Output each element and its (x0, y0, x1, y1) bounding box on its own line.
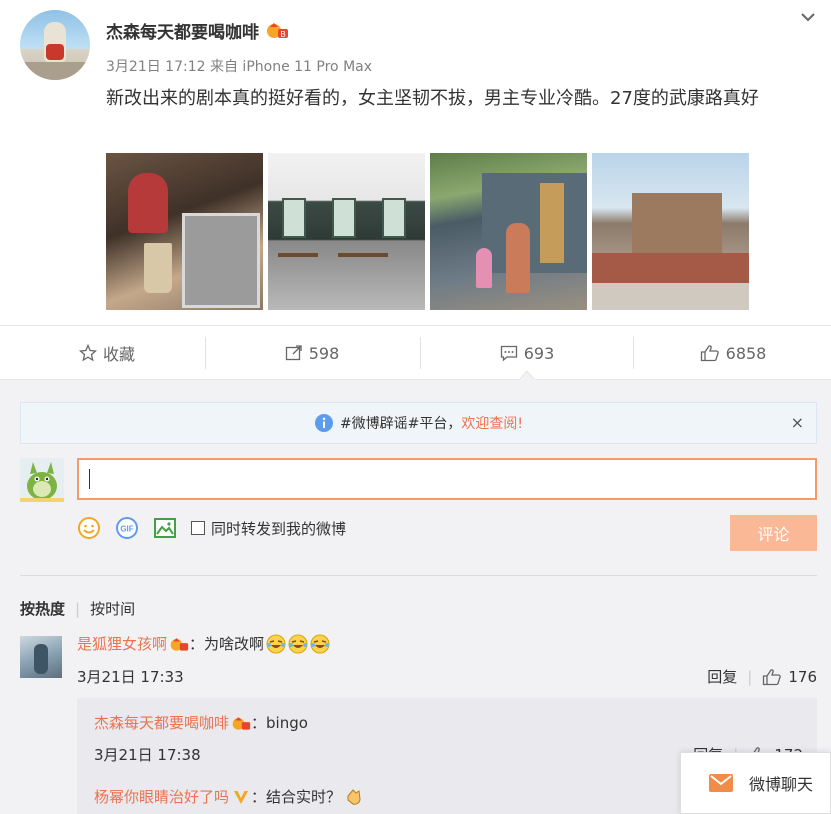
emoji-icon[interactable] (77, 516, 101, 540)
chevron-down-icon[interactable] (799, 8, 817, 26)
laugh-cry-emoji-icon (266, 634, 286, 653)
post-text: 新改出来的剧本真的挺好看的，女主坚韧不拔，男主专业冷酷。27度的武康路真好 (106, 88, 759, 109)
repost-checkbox[interactable] (191, 521, 205, 535)
active-tab-caret-icon (519, 370, 535, 380)
comment-sort-tabs: 按热度 | 按时间 (20, 600, 136, 618)
favorite-button[interactable]: 收藏 (0, 326, 214, 380)
vip-badge-icon[interactable] (231, 713, 251, 733)
section-divider (20, 575, 817, 576)
laugh-cry-emoji-icon (310, 634, 330, 653)
vip-badge-icon[interactable] (169, 634, 189, 654)
star-icon (78, 344, 97, 362)
post-photo[interactable] (592, 153, 749, 310)
vip-badge-icon[interactable]: B (265, 21, 289, 39)
v-verified-icon[interactable] (231, 787, 251, 807)
post-photo[interactable] (430, 153, 587, 310)
info-icon (314, 414, 333, 432)
comment-text: ：为啥改啊 (189, 635, 265, 653)
reply-time: 3月21日 17:38 (94, 746, 201, 764)
clap-emoji-icon (347, 788, 361, 805)
comment-count: 693 (523, 343, 555, 363)
post-meta: 3月21日 17:12 来自 iPhone 11 Pro Max (106, 56, 372, 76)
weibo-chat-popup[interactable]: 微博聊天 (680, 752, 831, 814)
repost-checkbox-label[interactable]: 同时转发到我的微博 (211, 518, 346, 539)
comment-input[interactable] (77, 458, 817, 500)
reply-text: ：结合实时？ (251, 788, 342, 806)
totoro-avatar-icon (20, 458, 64, 502)
my-avatar[interactable] (20, 458, 64, 502)
sort-by-hot-tab[interactable]: 按热度 (20, 600, 65, 618)
svg-text:GIF: GIF (120, 525, 133, 534)
comment-icon (500, 345, 517, 362)
comment-content: 是狐狸女孩啊 ：为啥改啊 (77, 633, 330, 654)
chat-popup-label: 微博聊天 (749, 775, 814, 794)
sort-by-time-tab[interactable]: 按时间 (90, 600, 135, 618)
comment-actions: 回复 | 176 (707, 666, 817, 687)
notice-link[interactable]: 欢迎查阅! (461, 413, 523, 433)
reply-content: 杨幂你眼睛治好了吗 ：结合实时？ (94, 786, 363, 807)
post-source: 来自 iPhone 11 Pro Max (209, 59, 373, 75)
laugh-cry-emoji-icon (288, 634, 308, 653)
gif-icon[interactable]: GIF (115, 516, 139, 540)
post-photo[interactable] (268, 153, 425, 310)
commenter-avatar[interactable] (20, 636, 62, 678)
poster-avatar[interactable] (20, 10, 90, 80)
comment-time: 3月21日 17:33 (77, 668, 184, 686)
photo-grid (106, 153, 749, 310)
post-date[interactable]: 3月21日 17:12 (106, 59, 206, 75)
reply-content: 杰森每天都要喝咖啡 ：bingo (94, 712, 308, 733)
reply-text: ：bingo (251, 714, 308, 732)
replier-name[interactable]: 杰森每天都要喝咖啡 (94, 712, 229, 733)
weibo-post: 杰森每天都要喝咖啡 B 3月21日 17:12 来自 iPhone 11 Pro… (0, 0, 831, 325)
favorite-label: 收藏 (102, 345, 135, 364)
comment-section: #微博辟谣#平台， 欢迎查阅! × GIF 同时转发到我的微博 评论 按热度 |… (0, 380, 831, 814)
repost-button[interactable]: 598 (205, 326, 419, 380)
mail-icon (709, 774, 733, 792)
submit-comment-button[interactable]: 评论 (730, 515, 817, 551)
like-count: 6858 (725, 343, 767, 363)
thumbs-up-icon (700, 345, 719, 362)
close-icon[interactable]: × (791, 413, 804, 432)
replier-name[interactable]: 杨幂你眼睛治好了吗 (94, 786, 229, 807)
svg-text:B: B (280, 30, 285, 39)
rumor-notice-banner: #微博辟谣#平台， 欢迎查阅! × (20, 402, 817, 444)
thumbs-up-icon[interactable] (762, 668, 782, 686)
text-cursor (89, 468, 90, 489)
reply-button[interactable]: 回复 (707, 666, 737, 687)
repost-count: 598 (308, 343, 340, 363)
composer-toolbar: GIF 同时转发到我的微博 (77, 516, 346, 540)
like-button[interactable]: 6858 (635, 326, 831, 380)
post-photo[interactable] (106, 153, 263, 310)
commenter-name[interactable]: 是狐狸女孩啊 (77, 633, 167, 654)
notice-text: #微博辟谣#平台， (339, 416, 462, 432)
poster-name[interactable]: 杰森每天都要喝咖啡 (106, 18, 259, 43)
post-action-bar: 收藏 598 693 6858 (0, 325, 831, 380)
repost-icon (285, 345, 302, 361)
image-icon[interactable] (153, 516, 177, 540)
comment-like-count: 176 (788, 667, 817, 686)
